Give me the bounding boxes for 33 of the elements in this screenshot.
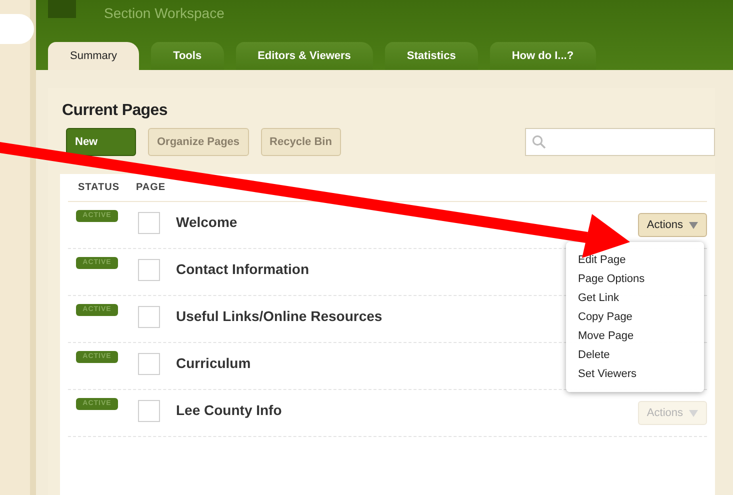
menu-item[interactable]: Get Link xyxy=(566,289,704,308)
menu-item[interactable]: Edit Page xyxy=(566,251,704,270)
menu-item[interactable]: Page Options xyxy=(566,270,704,289)
column-header: PAGE xyxy=(136,182,166,193)
page-title[interactable]: Lee County Info xyxy=(176,402,282,418)
page-title[interactable]: Welcome xyxy=(176,214,238,230)
search-field[interactable] xyxy=(525,128,715,156)
caret-icon xyxy=(689,222,698,228)
row-checkbox[interactable] xyxy=(138,353,160,375)
tab[interactable]: How do I...? xyxy=(490,42,596,70)
section-title: Current Pages xyxy=(61,101,168,121)
tab[interactable]: Summary xyxy=(48,42,140,70)
search-icon xyxy=(532,135,546,149)
menu-item[interactable]: Move Page xyxy=(566,327,704,346)
row-checkbox[interactable] xyxy=(138,259,160,281)
caret-icon xyxy=(689,410,698,416)
row-checkbox[interactable] xyxy=(138,400,160,422)
actions-button[interactable]: Actions xyxy=(638,213,707,237)
column-header: STATUS xyxy=(78,182,121,193)
workspace-title: Section Workspace xyxy=(104,5,224,21)
row-checkbox[interactable] xyxy=(138,212,160,234)
logo-icon xyxy=(48,0,76,18)
menu-item[interactable]: Set Viewers xyxy=(566,365,704,384)
page-title[interactable]: Contact Information xyxy=(176,261,309,277)
tab[interactable]: Statistics xyxy=(384,42,478,70)
tab[interactable]: Editors & Viewers xyxy=(236,42,373,70)
tab[interactable]: Tools xyxy=(151,42,224,70)
page-title[interactable]: Useful Links/Online Resources xyxy=(176,308,382,324)
menu-item[interactable]: Delete xyxy=(566,346,704,365)
page-title[interactable]: Curriculum xyxy=(176,355,251,371)
new-page-button[interactable]: New xyxy=(66,128,136,156)
row-checkbox[interactable] xyxy=(138,306,160,328)
menu-item[interactable]: Copy Page xyxy=(566,308,704,327)
